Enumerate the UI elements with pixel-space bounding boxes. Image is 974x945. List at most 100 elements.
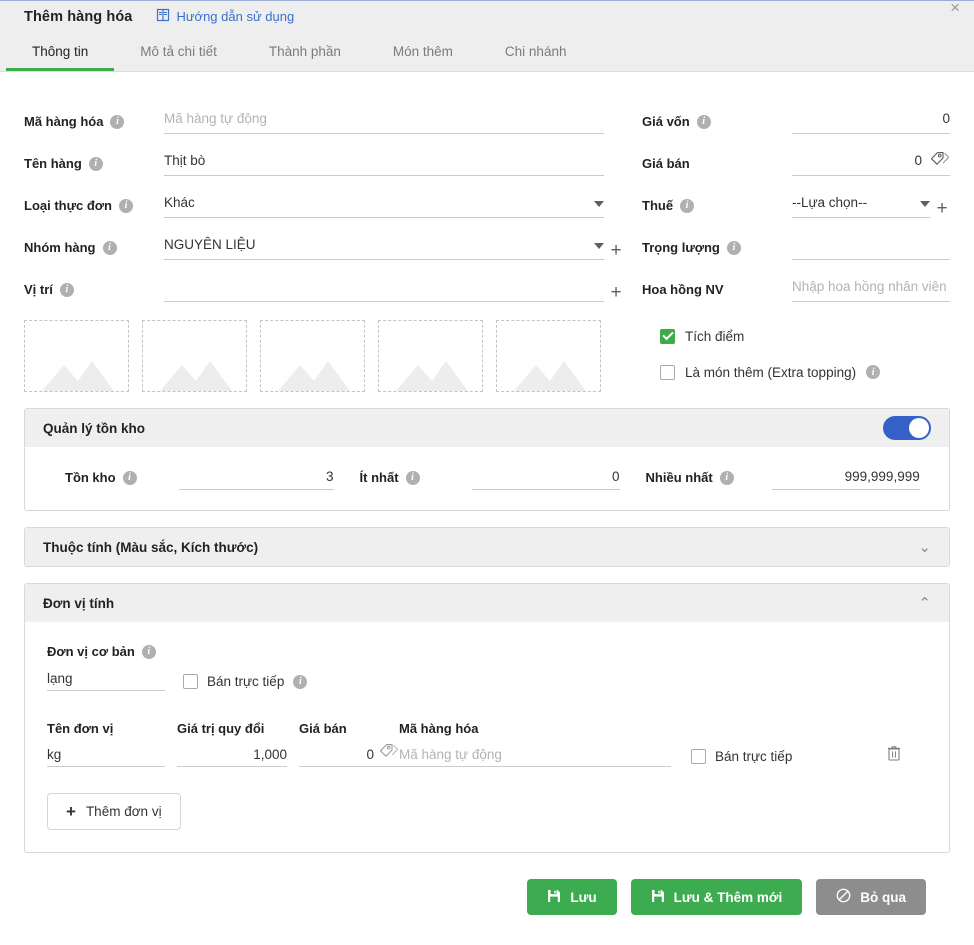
page-title: Thêm hàng hóa — [24, 8, 133, 25]
checkbox-input[interactable] — [660, 328, 675, 344]
info-icon[interactable]: i — [866, 365, 881, 379]
info-icon[interactable]: i — [119, 198, 133, 213]
add-vi-tri-button[interactable]: + — [604, 282, 624, 303]
unit-conversion-input[interactable]: 1,000 — [177, 747, 287, 767]
tab-mo-ta-chi-tiet[interactable]: Mô tả chi tiết — [114, 32, 243, 71]
gia-ban-input[interactable]: 0 — [792, 152, 922, 170]
cancel-button[interactable]: Bỏ qua — [816, 879, 926, 915]
inventory-toggle-switch[interactable] — [883, 416, 931, 440]
tab-thong-tin[interactable]: Thông tin — [6, 32, 115, 71]
it-nhat-input[interactable]: 0 — [471, 469, 620, 490]
ma-hang-hoa-input[interactable]: Mã hàng tự động — [164, 110, 604, 128]
info-icon[interactable]: i — [696, 114, 711, 129]
checkbox-input[interactable] — [691, 749, 706, 764]
nhieu-nhat-input[interactable]: 999,999,999 — [771, 469, 920, 490]
chevron-down-icon[interactable] — [594, 201, 604, 207]
user-guide-link[interactable]: Hướng dẫn sử dụng — [156, 8, 294, 25]
unit-table: Tên đơn vị Giá trị quy đổi Giá bán Mã hà… — [47, 721, 925, 767]
price-tag-icon[interactable] — [930, 151, 950, 169]
chevron-down-icon[interactable] — [920, 201, 930, 207]
label-text: Mã hàng hóa — [24, 114, 104, 129]
info-icon[interactable]: i — [726, 240, 741, 255]
delete-unit-button[interactable] — [861, 745, 901, 767]
nhom-hang-value: NGUYÊN LIỆU — [164, 237, 256, 252]
image-upload-slot[interactable] — [496, 320, 601, 392]
nhom-hang-select[interactable]: NGUYÊN LIỆU — [164, 236, 604, 260]
chevron-up-icon[interactable]: ⌃ — [918, 596, 931, 611]
field-vi-tri: Vị trí i + — [24, 260, 624, 302]
gia-von-input[interactable]: 0 — [792, 110, 950, 128]
checkbox-ban-truc-tiep-base[interactable]: Bán trực tiếp i — [183, 674, 308, 691]
field-label: Vị trí i — [24, 282, 164, 302]
chevron-down-icon[interactable]: ⌄ — [918, 540, 931, 555]
user-guide-label: Hướng dẫn sử dụng — [176, 9, 295, 24]
attribute-panel-title: Thuộc tính (Màu sắc, Kích thước) — [43, 539, 259, 555]
info-icon[interactable]: i — [141, 644, 156, 659]
plus-icon: + — [66, 801, 76, 821]
plus-icon: + — [610, 282, 622, 303]
option-checkbox-group: Tích điểm Là món thêm (Extra topping) i — [642, 318, 950, 390]
info-icon[interactable]: i — [122, 470, 137, 485]
field-ton-kho: Tồn kho i 3 — [65, 469, 334, 490]
image-upload-slot[interactable] — [378, 320, 483, 392]
base-unit-input[interactable]: lạng — [47, 671, 165, 691]
column-header-ten-don-vi: Tên đơn vị — [47, 721, 114, 736]
info-icon[interactable]: i — [405, 470, 420, 485]
chevron-down-icon[interactable] — [594, 243, 604, 249]
unit-panel-header[interactable]: Đơn vị tính ⌃ — [25, 584, 949, 622]
info-icon[interactable]: i — [59, 282, 74, 297]
tab-chi-nhanh[interactable]: Chi nhánh — [479, 32, 593, 71]
unit-table-header: Tên đơn vị Giá trị quy đổi Giá bán Mã hà… — [47, 721, 925, 736]
image-placeholder-icon — [159, 361, 232, 391]
add-thue-button[interactable]: + — [930, 199, 950, 218]
info-icon[interactable]: i — [102, 240, 117, 255]
tab-mon-them[interactable]: Món thêm — [367, 32, 479, 71]
field-label: Mã hàng hóa i — [24, 114, 164, 134]
label-text: Loại thực đơn — [24, 198, 112, 213]
toggle-knob — [909, 418, 929, 438]
unit-name-input[interactable]: kg — [47, 747, 165, 767]
field-label: Loại thực đơn i — [24, 198, 164, 218]
info-icon[interactable]: i — [719, 470, 734, 485]
ton-kho-input[interactable]: 3 — [178, 469, 334, 490]
dialog-header: Thêm hàng hóa Hướng dẫn sử dụng × — [0, 0, 974, 32]
tab-bar: Thông tin Mô tả chi tiết Thành phần Món … — [0, 32, 974, 72]
ten-hang-input[interactable]: Thịt bò — [164, 152, 604, 170]
checkbox-la-mon-them[interactable]: Là món thêm (Extra topping) i — [660, 354, 950, 390]
field-gia-von: Giá vốn i 0 — [642, 92, 950, 134]
field-label: Ít nhất i — [360, 470, 420, 490]
info-icon[interactable]: i — [293, 674, 308, 689]
hoa-hong-nv-input[interactable]: Nhập hoa hồng nhân viên — [792, 278, 950, 296]
close-icon[interactable]: × — [950, 0, 960, 16]
image-placeholder-icon — [277, 361, 350, 391]
checkbox-input[interactable] — [660, 364, 675, 380]
info-icon[interactable]: i — [110, 114, 125, 129]
label-text: Tên hàng — [24, 156, 82, 171]
checkbox-tich-diem[interactable]: Tích điểm — [660, 318, 950, 354]
attribute-panel-header[interactable]: Thuộc tính (Màu sắc, Kích thước) ⌄ — [25, 528, 949, 566]
add-unit-button[interactable]: + Thêm đơn vị — [47, 793, 181, 830]
field-label: Tên hàng i — [24, 156, 164, 176]
thue-select[interactable]: --Lựa chọn-- — [792, 194, 930, 218]
plus-icon: + — [610, 240, 622, 261]
checkbox-ban-truc-tiep-row[interactable]: Bán trực tiếp — [671, 749, 861, 767]
price-tag-icon[interactable] — [379, 743, 399, 761]
save-button[interactable]: Lưu — [527, 879, 617, 915]
save-and-new-button[interactable]: Lưu & Thêm mới — [630, 879, 803, 915]
field-label: Trọng lượng i — [642, 240, 792, 260]
info-icon[interactable]: i — [680, 198, 695, 213]
checkbox-input[interactable] — [183, 674, 198, 689]
tab-thanh-phan[interactable]: Thành phần — [243, 32, 367, 71]
info-icon[interactable]: i — [88, 156, 103, 171]
unit-price-input[interactable]: 0 — [299, 743, 399, 767]
loai-thuc-don-select[interactable]: Khác — [164, 194, 604, 218]
inventory-panel-header[interactable]: Quản lý tồn kho — [25, 409, 949, 447]
label-text: Ít nhất — [359, 470, 399, 485]
add-nhom-hang-button[interactable]: + — [604, 240, 624, 261]
checkbox-label: Tích điểm — [685, 328, 745, 344]
image-upload-slot[interactable] — [260, 320, 365, 392]
input-wrapper: Nhập hoa hồng nhân viên — [792, 278, 950, 302]
image-upload-slot[interactable] — [24, 320, 129, 392]
unit-code-input[interactable]: Mã hàng tự động — [399, 747, 671, 767]
image-upload-slot[interactable] — [142, 320, 247, 392]
